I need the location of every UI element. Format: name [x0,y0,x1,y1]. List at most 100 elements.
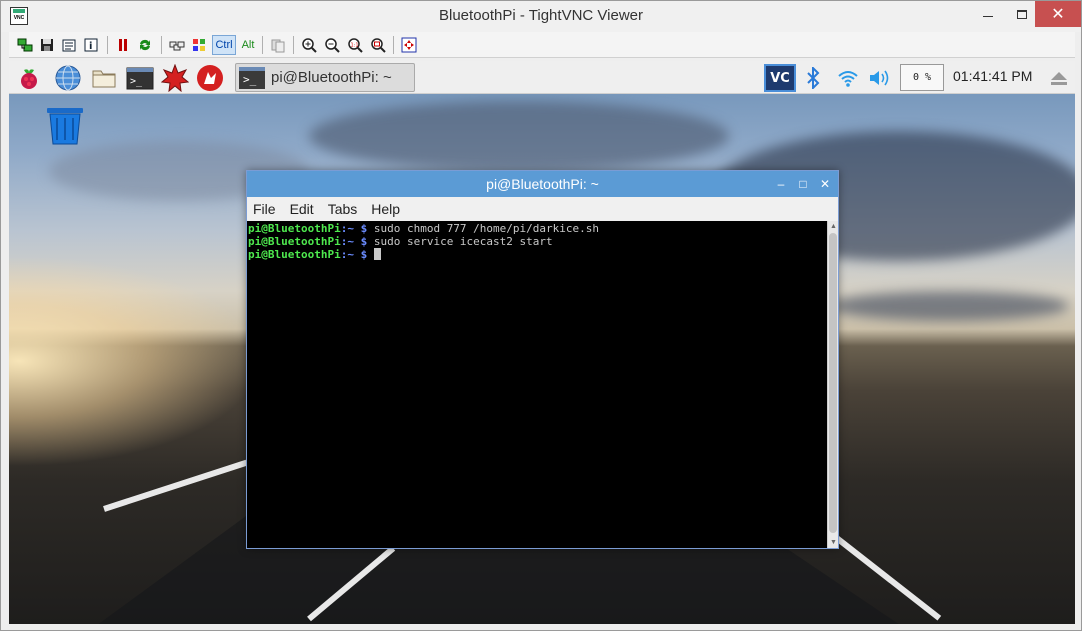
eject-tray-button[interactable] [1047,64,1071,92]
command-text: sudo service icecast2 start [367,235,553,248]
terminal-icon: >_ [239,66,265,89]
terminal-output[interactable]: pi@BluetoothPi:~ $ sudo chmod 777 /home/… [247,221,827,548]
zoom-out-button[interactable] [322,35,342,55]
toolbar-separator [393,36,394,54]
task-label: pi@BluetoothPi: ~ [271,69,392,86]
volume-tray-button[interactable] [867,64,893,92]
trash-icon [47,108,83,145]
wifi-icon [838,71,858,87]
copy-clipboard-button[interactable] [268,35,288,55]
prompt-path: :~ $ [340,222,368,235]
zoom-fit-icon [371,38,386,53]
toolbar-separator [293,36,294,54]
menu-help[interactable]: Help [371,201,400,217]
window-title: BluetoothPi - TightVNC Viewer [439,7,643,24]
send-ctrl-alt-del-button[interactable] [167,35,187,55]
svg-text:>_: >_ [130,76,143,87]
new-connection-icon [17,38,33,52]
terminal-window: pi@BluetoothPi: ~ – □ ✕ File Edit Tabs H… [246,170,839,549]
vnc-server-tray-button[interactable]: VC [764,64,796,92]
maximize-button[interactable] [1005,1,1039,27]
terminal-menubar: File Edit Tabs Help [247,197,838,221]
full-screen-button[interactable] [399,35,419,55]
options-icon [62,39,76,52]
zoom-out-icon [325,38,340,53]
wastebasket-desktop-icon[interactable] [45,106,85,146]
prompt-user: pi@BluetoothPi [248,248,341,261]
web-browser-launcher[interactable] [54,64,82,92]
zoom-fit-button[interactable] [368,35,388,55]
close-icon: ✕ [1051,6,1065,23]
terminal-line: pi@BluetoothPi:~ $ sudo chmod 777 /home/… [248,222,827,235]
ctrl-lock-toggle[interactable]: Ctrl [212,35,236,55]
wallpaper-mountains [829,291,1069,321]
pause-icon [119,39,127,51]
minimize-icon [983,15,993,17]
close-button[interactable]: ✕ [1035,1,1081,27]
maximize-icon [1017,9,1027,19]
wallpaper-lane-marking [103,459,248,512]
send-ctrl-esc-button[interactable] [189,35,209,55]
terminal-titlebar[interactable]: pi@BluetoothPi: ~ – □ ✕ [247,171,838,197]
zoom-actual-size-icon: 1:1 [348,38,363,53]
raspberry-pi-icon [21,69,37,89]
prompt-path: :~ $ [340,235,368,248]
terminal-title: pi@BluetoothPi: ~ [486,176,599,192]
menu-file[interactable]: File [253,201,276,217]
clock[interactable]: 01:41:41 PM [953,68,1032,84]
taskbar-terminal-task[interactable]: >_ pi@BluetoothPi: ~ [235,63,415,92]
toolbar-separator [107,36,108,54]
mathematica-launcher[interactable] [160,63,190,93]
command-text: sudo chmod 777 /home/pi/darkice.sh [367,222,600,235]
zoom-in-icon [302,38,317,53]
speaker-volume-icon [870,70,889,86]
raspberry-menu-button[interactable] [15,64,43,92]
globe-icon [55,65,81,91]
menu-edit[interactable]: Edit [290,201,314,217]
terminal-line: pi@BluetoothPi:~ $ sudo service icecast2… [248,235,827,248]
new-connection-button[interactable] [15,35,35,55]
menu-tabs[interactable]: Tabs [328,201,358,217]
terminal-line: pi@BluetoothPi:~ $ [248,248,827,261]
terminal-icon: >_ [126,67,154,90]
wolfram-wolf-icon [197,65,223,91]
refresh-button[interactable] [135,35,155,55]
info-icon: i [84,38,98,52]
options-button[interactable] [59,35,79,55]
prompt-user: pi@BluetoothPi [248,235,341,248]
bluetooth-tray-button[interactable] [801,64,825,92]
save-icon [41,39,53,51]
pause-button[interactable] [113,35,133,55]
send-ctrl-alt-del-icon [169,41,185,51]
window-titlebar[interactable]: VNC BluetoothPi - TightVNC Viewer ✕ [1,1,1081,32]
folder-icon [92,70,116,88]
terminal-maximize-button[interactable]: □ [794,175,812,193]
wifi-tray-button[interactable] [835,64,861,92]
scroll-down-arrow-icon[interactable]: ▼ [829,538,838,547]
clipboard-icon [271,39,285,53]
alt-lock-toggle[interactable]: Alt [238,35,258,55]
minimize-button[interactable] [971,1,1005,27]
wolfram-launcher[interactable] [196,64,224,92]
send-ctrl-esc-icon [193,39,205,51]
zoom-in-button[interactable] [299,35,319,55]
wallpaper-cloud [309,101,729,171]
scroll-up-arrow-icon[interactable]: ▲ [829,222,838,231]
terminal-launcher[interactable]: >_ [126,64,154,92]
svg-text:i: i [89,41,92,52]
vnc-toolbar: i Ctrl Alt 1:1 [9,32,1075,58]
terminal-scrollbar[interactable]: ▲ ▼ [827,221,838,548]
terminal-minimize-button[interactable]: – [772,175,790,193]
terminal-close-button[interactable]: ✕ [816,175,834,193]
save-button[interactable] [37,35,57,55]
zoom-100-button[interactable]: 1:1 [345,35,365,55]
toolbar-separator [262,36,263,54]
command-text [367,248,374,261]
text-cursor [373,248,381,260]
file-manager-launcher[interactable] [90,64,118,92]
bluetooth-icon [807,67,820,89]
cpu-usage-monitor[interactable]: 0 % [900,64,944,91]
scrollbar-thumb[interactable] [829,233,837,533]
connection-info-button[interactable]: i [81,35,101,55]
remote-desktop[interactable]: >_ >_ pi@BluetoothPi: ~ VC 0 % 01:41:41 … [9,61,1075,624]
